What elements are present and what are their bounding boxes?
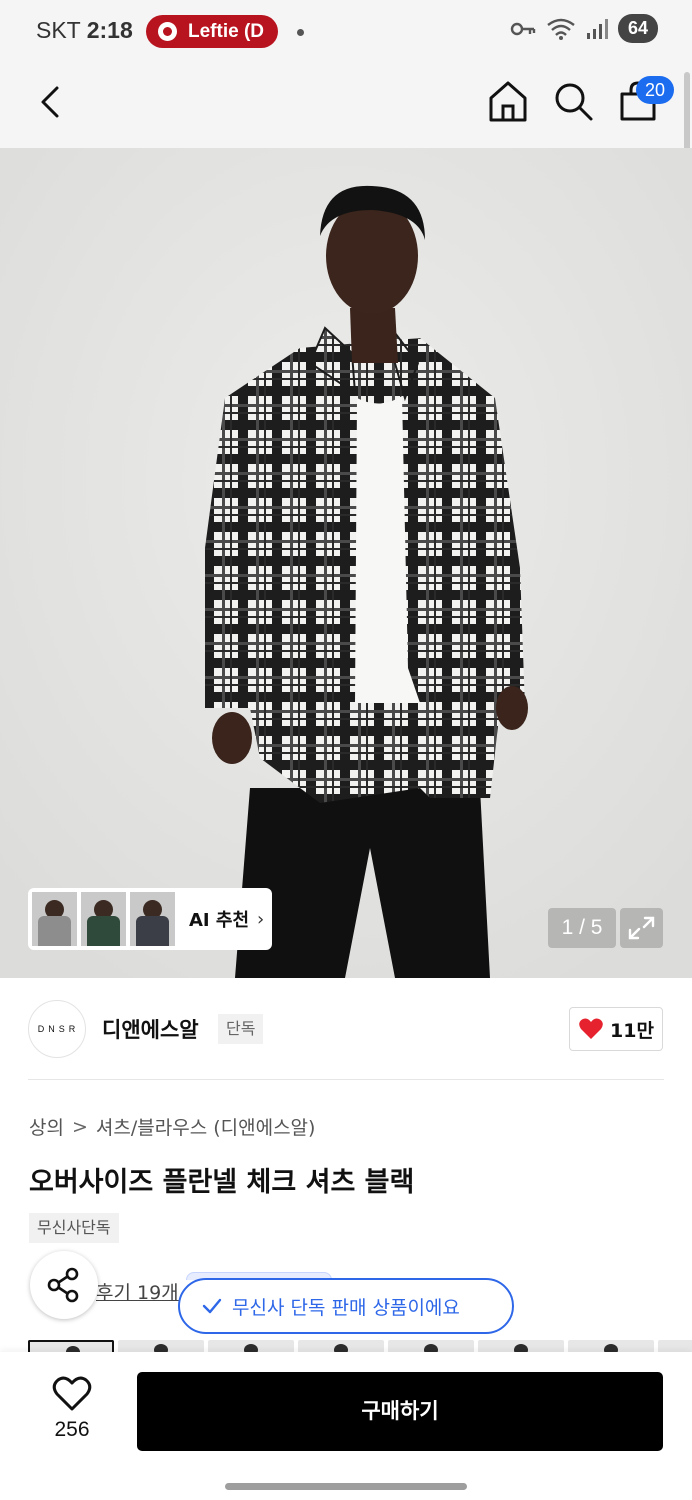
color-swatch[interactable]	[28, 1340, 114, 1352]
signal-icon	[586, 18, 608, 39]
ai-thumbnail[interactable]	[130, 892, 175, 946]
color-swatch[interactable]	[568, 1340, 654, 1352]
share-icon	[47, 1267, 79, 1303]
back-arrow-icon[interactable]	[30, 80, 74, 124]
record-icon	[158, 22, 177, 41]
recording-app-label: Leftie (D	[188, 21, 264, 42]
vpn-key-icon	[510, 22, 536, 35]
ai-recommend-card[interactable]: AI 추천 ›	[28, 888, 272, 950]
product-title: 오버사이즈 플란넬 체크 셔츠 블랙	[29, 1167, 415, 1198]
notification-dot-icon	[297, 29, 304, 36]
product-image-gallery[interactable]: AI 추천 › 1 / 5	[0, 148, 692, 978]
purchase-bar: 256 구매하기	[0, 1352, 692, 1500]
carrier-name: SKT	[36, 17, 81, 43]
share-button[interactable]	[30, 1251, 98, 1319]
search-icon[interactable]	[552, 80, 594, 122]
color-swatch[interactable]	[478, 1340, 564, 1352]
breadcrumb: 상의 > 셔츠/블라우스 (디앤에스알)	[29, 1113, 315, 1140]
wishlist-count: 256	[54, 1418, 90, 1441]
breadcrumb-separator: >	[71, 1115, 88, 1138]
cart-count-badge: 20	[636, 76, 674, 104]
chevron-right-icon: ›	[257, 908, 265, 930]
status-bar: SKT 2:18 Leftie (D 64	[0, 0, 692, 64]
battery-icon: 64	[617, 14, 658, 43]
brand-row[interactable]: DNSR 디앤에스알 단독 11만	[0, 978, 692, 1080]
exclusive-tooltip: 무신사 단독 판매 상품이에요	[178, 1278, 514, 1334]
exclusive-chip: 무신사단독	[29, 1213, 119, 1243]
brand-like-button[interactable]: 11만	[569, 1007, 663, 1051]
breadcrumb-category[interactable]: 상의	[29, 1113, 64, 1140]
heart-outline-icon	[52, 1376, 92, 1411]
ai-thumbnail[interactable]	[32, 892, 77, 946]
brand-name[interactable]: 디앤에스알	[102, 1014, 199, 1044]
ai-recommend-label: AI 추천	[189, 910, 250, 931]
divider	[28, 1079, 664, 1080]
product-photo	[0, 148, 692, 978]
wishlist-button[interactable]: 256	[40, 1374, 104, 1446]
check-icon	[202, 1298, 222, 1314]
ai-thumbnail[interactable]	[81, 892, 126, 946]
status-carrier-time: SKT 2:18	[36, 17, 133, 44]
status-icons: 64	[510, 14, 658, 43]
color-swatch[interactable]	[658, 1340, 692, 1352]
brand-like-count: 11만	[610, 1019, 654, 1042]
top-navigation	[0, 64, 692, 148]
breadcrumb-subcategory[interactable]: 셔츠/블라우스 (디앤에스알)	[96, 1113, 316, 1140]
color-swatch[interactable]	[298, 1340, 384, 1352]
brand-exclusive-tag: 단독	[218, 1014, 264, 1044]
color-swatch[interactable]	[118, 1340, 204, 1352]
screen-recording-pill[interactable]: Leftie (D	[146, 15, 278, 48]
brand-logo[interactable]: DNSR	[28, 1000, 86, 1058]
home-indicator[interactable]	[225, 1483, 467, 1490]
color-swatch[interactable]	[388, 1340, 474, 1352]
heart-filled-icon	[579, 1018, 603, 1039]
expand-icon	[628, 916, 655, 940]
review-link[interactable]: 후기 19개	[96, 1278, 179, 1305]
expand-button[interactable]	[620, 908, 663, 948]
wifi-icon	[547, 18, 575, 40]
clock: 2:18	[86, 17, 133, 43]
tooltip-text: 무신사 단독 판매 상품이에요	[232, 1296, 460, 1319]
buy-button[interactable]: 구매하기	[137, 1372, 663, 1451]
image-page-counter: 1 / 5	[548, 908, 616, 948]
color-swatch[interactable]	[208, 1340, 294, 1352]
home-icon[interactable]	[486, 78, 530, 124]
color-swatch-strip	[28, 1340, 692, 1352]
